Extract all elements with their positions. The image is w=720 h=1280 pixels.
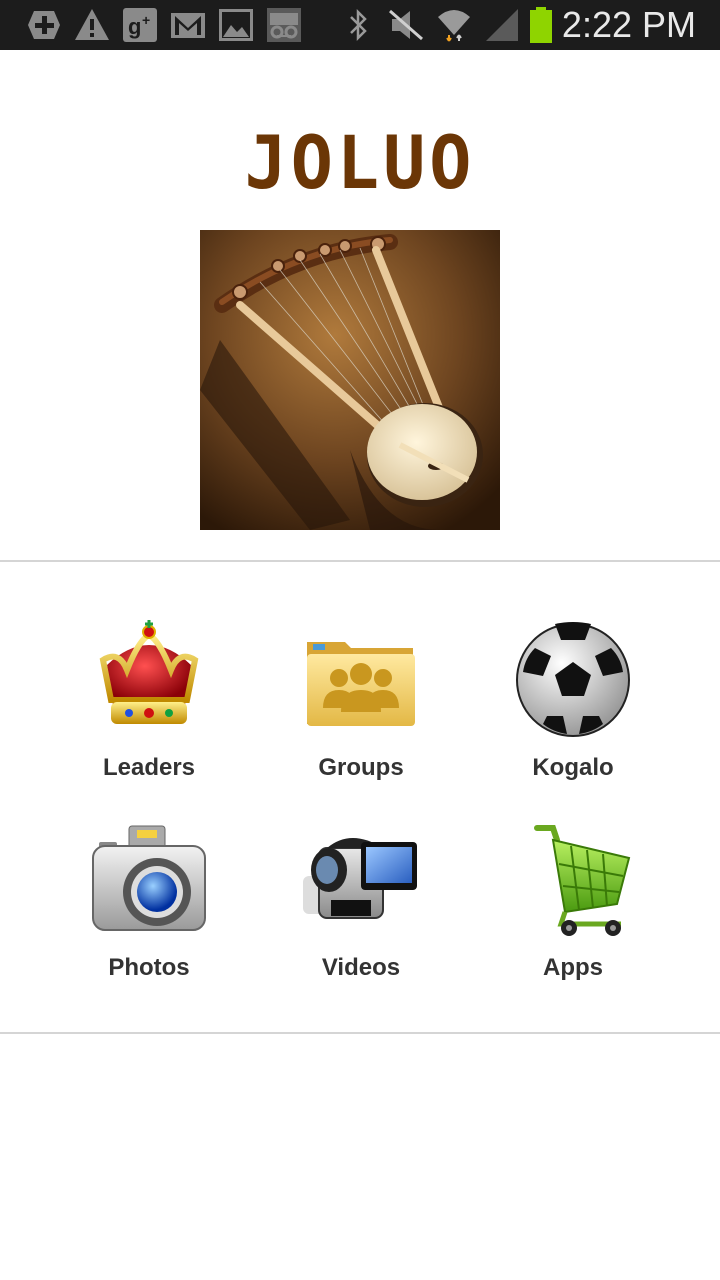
menu-item-groups[interactable]: Groups xyxy=(255,620,467,790)
menu-label-apps: Apps xyxy=(543,954,603,981)
signal-icon xyxy=(486,9,518,41)
warning-icon xyxy=(75,9,109,40)
menu-label-videos: Videos xyxy=(321,954,401,981)
bluetooth-icon xyxy=(350,8,367,42)
divider-bottom xyxy=(0,1032,720,1034)
menu-label-leaders: Leaders xyxy=(102,754,196,781)
nyatiti-lyre-image xyxy=(200,230,500,530)
camera-icon xyxy=(92,825,206,931)
divider-top xyxy=(0,560,720,562)
menu-item-photos[interactable]: Photos xyxy=(43,820,255,990)
gallery-icon xyxy=(219,9,253,41)
status-bar: g + 2:22 PM xyxy=(0,0,720,50)
menu-label-groups: Groups xyxy=(318,754,404,781)
menu-item-apps[interactable]: Apps xyxy=(467,820,679,990)
gmail-icon xyxy=(171,13,205,38)
battery-icon xyxy=(530,7,552,43)
menu-item-kogalo[interactable]: Kogalo xyxy=(467,620,679,790)
crown-icon xyxy=(99,620,199,724)
svg-text:+: + xyxy=(142,12,150,28)
soccer-ball-icon xyxy=(516,622,630,737)
menu-item-videos[interactable]: Videos xyxy=(255,820,467,990)
svg-text:g: g xyxy=(128,14,141,39)
wifi-icon xyxy=(438,10,470,42)
video-camera-icon xyxy=(303,838,417,919)
status-time: 2:22 PM xyxy=(561,4,696,45)
add-icon xyxy=(28,11,60,39)
google-plus-icon: g + xyxy=(123,8,157,42)
menu-item-leaders[interactable]: Leaders xyxy=(43,620,255,790)
menu-label-photos: Photos xyxy=(108,954,190,981)
shopping-cart-icon xyxy=(534,825,631,936)
app-title: JOLUO xyxy=(244,119,476,207)
app-title-container: JOLUO xyxy=(0,119,720,207)
voicemail-icon xyxy=(267,8,301,42)
mute-icon xyxy=(389,9,423,41)
menu-label-kogalo: Kogalo xyxy=(532,754,614,781)
group-folder-icon xyxy=(307,642,415,726)
